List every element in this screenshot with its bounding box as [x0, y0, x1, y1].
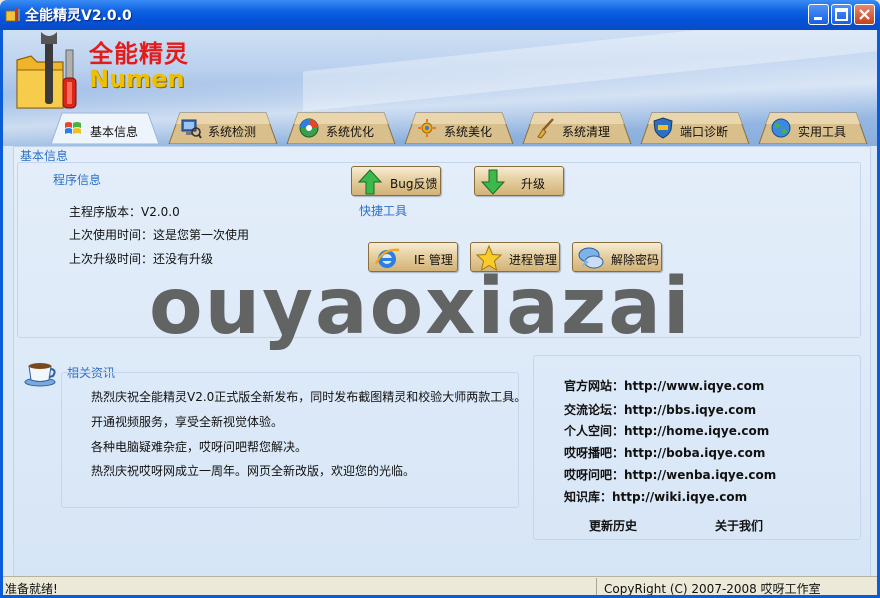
tab-utility-tools[interactable]: 实用工具	[758, 112, 868, 144]
tab-label: 系统美化	[444, 125, 493, 139]
title-bar[interactable]: 全能精灵V2.0.0	[0, 0, 880, 30]
tab-system-beautify[interactable]: 系统美化	[404, 112, 514, 144]
link-boba[interactable]: 哎呀播吧：http://boba.iqye.com	[564, 444, 765, 461]
logo-english-text: Numen	[89, 65, 185, 93]
copyright-text: CopyRight (C) 2007-2008 哎呀工作室	[604, 582, 821, 595]
broom-icon	[537, 118, 554, 139]
tab-label: 基本信息	[90, 125, 139, 139]
link-forum[interactable]: 交流论坛：http://bbs.iqye.com	[564, 401, 756, 418]
tab-bar: 基本信息 系统检测 系统优化 系统美化 系统清理 端口诊断 实用工具	[3, 112, 877, 146]
client-area: 全能精灵 Numen 基本信息 系统检测 系统优化 系统美化 系统清理 端口诊断…	[3, 30, 877, 595]
quick-tools-heading: 快捷工具	[359, 204, 408, 218]
news-item[interactable]: 热烈庆祝哎呀网成立一周年。网页全新改版，欢迎您的光临。	[91, 462, 415, 479]
pc-check-icon	[181, 119, 202, 139]
link-official-site[interactable]: 官方网站：http://www.iqye.com	[564, 377, 764, 394]
arrow-up-icon	[357, 169, 383, 195]
window-title: 全能精灵V2.0.0	[25, 8, 132, 24]
last-used-time: 上次使用时间：这是您第一次使用	[69, 228, 250, 242]
tab-basic-info[interactable]: 基本信息	[50, 112, 160, 144]
tab-system-clean[interactable]: 系统清理	[522, 112, 632, 144]
paint-icon	[418, 119, 436, 137]
bug-report-button[interactable]: Bug反馈	[351, 166, 441, 196]
tab-label: 系统检测	[208, 125, 257, 139]
program-info-heading: 程序信息	[53, 173, 102, 187]
minimize-button[interactable]	[808, 4, 829, 25]
minimize-icon	[814, 17, 822, 20]
tab-label: 系统清理	[562, 125, 611, 139]
watermark-text: ouyaoxiazai	[149, 262, 692, 352]
shield-icon	[653, 117, 673, 139]
tab-label: 实用工具	[798, 125, 847, 139]
maximize-button[interactable]	[831, 4, 852, 25]
header-banner: 全能精灵 Numen 基本信息 系统检测 系统优化 系统美化 系统清理 端口诊断…	[3, 30, 877, 146]
close-button[interactable]	[854, 4, 875, 25]
update-history-link[interactable]: 更新历史	[589, 517, 637, 534]
tab-port-diagnose[interactable]: 端口诊断	[640, 112, 750, 144]
tab-label: 端口诊断	[680, 125, 729, 139]
program-version: 主程序版本：V2.0.0	[69, 205, 180, 219]
globe-icon	[771, 118, 791, 138]
upgrade-button[interactable]: 升级	[474, 166, 564, 196]
news-item[interactable]: 各种电脑疑难杂症，哎呀问吧帮您解决。	[91, 438, 307, 455]
close-icon	[859, 9, 870, 20]
windows-flag-icon	[65, 122, 81, 134]
tab-system-check[interactable]: 系统检测	[168, 112, 278, 144]
tab-label: 系统优化	[326, 125, 375, 139]
link-wenba[interactable]: 哎呀问吧：http://wenba.iqye.com	[564, 466, 776, 483]
status-text: 准备就绪!	[5, 582, 58, 595]
arrow-down-icon	[480, 169, 506, 195]
link-wiki[interactable]: 知识库：http://wiki.iqye.com	[564, 488, 747, 505]
gauge-icon	[299, 118, 319, 138]
about-us-link[interactable]: 关于我们	[715, 517, 763, 534]
window-frame: 全能精灵 Numen 基本信息 系统检测 系统优化 系统美化 系统清理 端口诊断…	[0, 30, 880, 598]
coffee-cup-icon	[24, 363, 56, 387]
tab-system-optimize[interactable]: 系统优化	[286, 112, 396, 144]
app-window: 全能精灵V2.0.0 全能精灵 Numen 基本信息 系统检测 系统优化 系统美…	[0, 0, 880, 598]
maximize-icon	[835, 8, 848, 21]
status-bar: 准备就绪! CopyRight (C) 2007-2008 哎呀工作室	[3, 576, 877, 595]
news-item[interactable]: 开通视频服务，享受全新视觉体验。	[91, 413, 283, 430]
folder-tools-icon	[5, 8, 20, 22]
logo-tools-icon	[16, 32, 77, 109]
link-personal-space[interactable]: 个人空间：http://home.iqye.com	[564, 422, 769, 439]
news-item[interactable]: 热烈庆祝全能精灵V2.0正式版全新发布，同时发布截图精灵和校验大师两款工具。	[91, 388, 526, 405]
logo-chinese-text: 全能精灵	[89, 40, 189, 68]
